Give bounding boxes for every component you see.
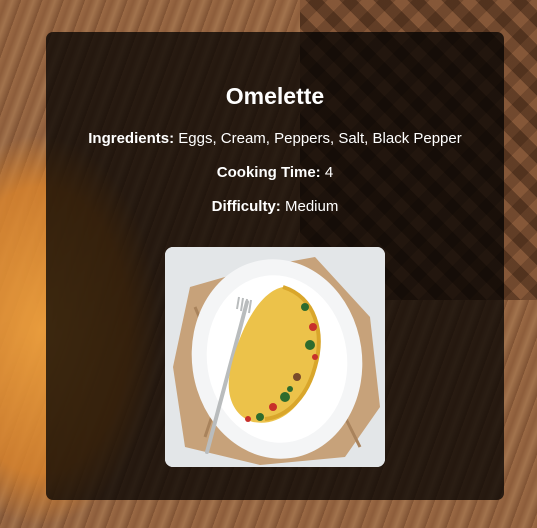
cooking-time-value: 4 xyxy=(324,164,334,181)
difficulty-label: Difficulty: xyxy=(211,198,281,215)
difficulty-row: Difficulty: Medium xyxy=(46,197,504,217)
cooking-time-row: Cooking Time: 4 xyxy=(46,163,504,183)
recipe-card: Omelette Ingredients: Eggs, Cream, Peppe… xyxy=(46,32,504,500)
ingredients-value: Eggs, Cream, Peppers, Salt, Black Pepper xyxy=(178,130,462,147)
ingredients-label: Ingredients: xyxy=(88,130,175,147)
difficulty-value: Medium xyxy=(284,198,339,215)
ingredients-row: Ingredients: Eggs, Cream, Peppers, Salt,… xyxy=(46,129,504,149)
cooking-time-label: Cooking Time: xyxy=(216,164,321,181)
recipe-title: Omelette xyxy=(225,83,325,109)
omelette-photo xyxy=(165,247,385,467)
omelette-plate-illustration xyxy=(165,247,385,467)
